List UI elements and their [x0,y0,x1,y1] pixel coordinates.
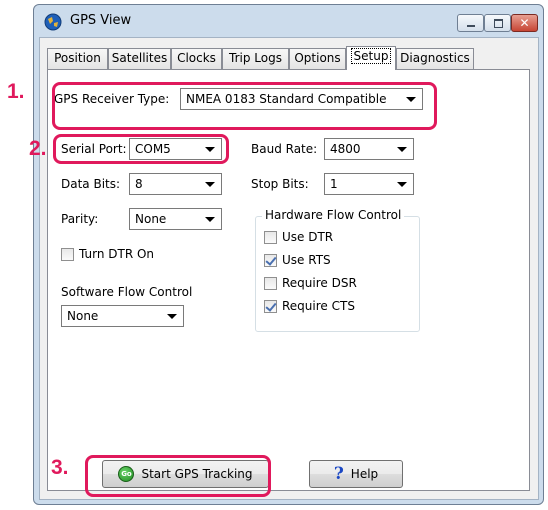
highlight-receiver-type [52,82,437,130]
use-rts-label: Use RTS [282,253,331,267]
annotation-number-1: 1. [7,80,25,103]
baud-rate-label: Baud Rate: [251,142,318,156]
chevron-down-icon [205,182,215,187]
chevron-down-icon [167,314,177,319]
software-flow-label: Software Flow Control [61,285,193,299]
data-bits-label: Data Bits: [61,177,121,191]
help-button[interactable]: ? Help [309,460,403,488]
use-rts-checkbox[interactable] [264,254,277,267]
setup-panel: GPS Receiver Type: NMEA 0183 Standard Co… [47,69,530,491]
tab-clocks[interactable]: Clocks [171,48,222,69]
chevron-down-icon [205,217,215,222]
question-mark-icon: ? [333,464,344,484]
tab-satellites[interactable]: Satellites [108,48,171,69]
baud-rate-dropdown[interactable]: 4800 [324,138,414,160]
chevron-down-icon [397,182,407,187]
hardware-flow-group [255,216,420,332]
highlight-start-button [85,455,271,497]
turn-dtr-checkbox[interactable] [61,248,74,261]
title-bar[interactable]: GPS View ✕ [34,5,543,41]
stop-bits-label: Stop Bits: [251,177,309,191]
close-button[interactable]: ✕ [511,14,538,32]
data-bits-value: 8 [135,177,143,191]
hardware-flow-title: Hardware Flow Control [262,208,405,222]
use-dtr-checkbox[interactable] [264,231,277,244]
help-label: Help [350,467,379,481]
data-bits-dropdown[interactable]: 8 [129,173,222,195]
maximize-button[interactable] [484,14,511,32]
parity-value: None [135,212,167,226]
use-dtr-label: Use DTR [282,230,334,244]
software-flow-dropdown[interactable]: None [61,305,184,327]
tab-setup-label: Setup [350,48,392,64]
window-title: GPS View [70,13,132,28]
tab-options[interactable]: Options [289,48,346,69]
tab-diagnostics[interactable]: Diagnostics [396,48,474,69]
minimize-button[interactable] [457,14,484,32]
tab-setup[interactable]: Setup [346,46,396,70]
require-cts-checkbox[interactable] [264,300,277,313]
stop-bits-dropdown[interactable]: 1 [324,173,414,195]
software-flow-value: None [67,309,99,323]
turn-dtr-label: Turn DTR On [79,247,155,261]
annotation-number-2: 2. [29,137,47,160]
annotation-number-3: 3. [51,456,69,479]
app-window: GPS View ✕ Position Satellites Clocks Tr… [33,4,544,505]
highlight-serial-port [53,134,229,164]
require-cts-label: Require CTS [282,299,355,313]
parity-dropdown[interactable]: None [129,208,222,230]
require-dsr-label: Require DSR [282,276,357,290]
close-icon: ✕ [519,16,530,30]
require-dsr-checkbox[interactable] [264,277,277,290]
chevron-down-icon [397,147,407,152]
stop-bits-value: 1 [330,177,338,191]
tab-position[interactable]: Position [47,48,108,69]
tab-trip-logs[interactable]: Trip Logs [222,48,289,69]
globe-icon [44,13,62,31]
parity-label: Parity: [61,212,99,226]
baud-rate-value: 4800 [330,142,361,156]
